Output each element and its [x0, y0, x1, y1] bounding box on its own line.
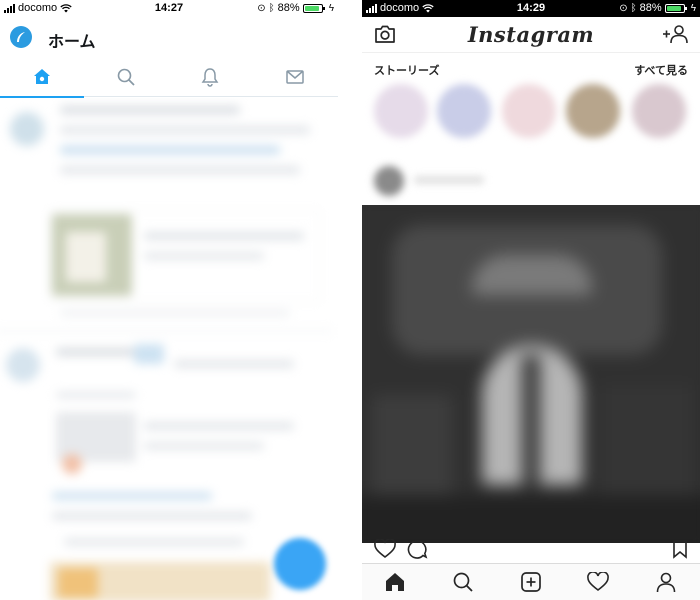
- charging-icon: ϟ: [328, 2, 334, 14]
- instagram-logo: Instagram: [467, 22, 595, 47]
- profile-icon: [656, 572, 676, 593]
- home-icon: [386, 573, 404, 591]
- status-bar: docomo 14:27 ⊙ ᛒ 88% ϟ: [0, 0, 338, 17]
- battery-percent: 88%: [639, 2, 662, 14]
- tab-home[interactable]: [383, 570, 407, 594]
- tab-messages[interactable]: [253, 57, 337, 97]
- feather-logo-icon[interactable]: [10, 26, 32, 48]
- lock-rotation-icon: ⊙: [619, 2, 628, 14]
- heart-icon: [587, 572, 609, 592]
- search-icon: [453, 572, 473, 592]
- add-user-icon: [663, 25, 688, 44]
- post-header: [362, 160, 700, 200]
- tab-search[interactable]: [84, 57, 168, 97]
- compose-tweet-button[interactable]: [274, 538, 326, 590]
- charging-icon: ϟ: [690, 2, 696, 14]
- battery-icon: [664, 3, 687, 13]
- stories-header: ストーリーズ すべて見る: [362, 60, 700, 78]
- bookmark-icon[interactable]: [672, 539, 688, 559]
- app-header: Instagram: [362, 17, 700, 53]
- bluetooth-icon: ᛒ: [630, 2, 637, 14]
- post-actions: [362, 539, 700, 563]
- bluetooth-icon: ᛒ: [268, 2, 275, 14]
- tab-search[interactable]: [451, 570, 475, 594]
- lock-rotation-icon: ⊙: [257, 2, 266, 14]
- tab-home[interactable]: [0, 57, 84, 98]
- tab-bar: [0, 57, 338, 98]
- post-image[interactable]: [362, 205, 700, 543]
- divider: [338, 0, 362, 600]
- app-header: ホーム: [0, 17, 338, 57]
- home-icon: [34, 69, 50, 84]
- heart-icon[interactable]: [374, 539, 396, 559]
- stories-tray[interactable]: [362, 78, 700, 150]
- see-all-stories-link[interactable]: すべて見る: [634, 62, 688, 78]
- envelope-icon: [286, 70, 304, 84]
- comment-icon[interactable]: [406, 539, 428, 559]
- search-icon: [117, 68, 135, 86]
- timeline-feed[interactable]: [0, 98, 338, 600]
- page-title: ホーム: [48, 34, 96, 51]
- tab-activity[interactable]: [586, 570, 610, 594]
- stories-label: ストーリーズ: [374, 65, 440, 77]
- tab-notifications[interactable]: [168, 57, 252, 97]
- battery-percent: 88%: [277, 2, 300, 14]
- add-friend-button[interactable]: [662, 24, 690, 49]
- bottom-tab-bar: [362, 563, 700, 600]
- tab-profile[interactable]: [654, 570, 678, 594]
- status-bar: docomo 14:29 ⊙ ᛒ 88% ϟ: [362, 0, 700, 17]
- bell-icon: [201, 68, 219, 87]
- instagram-screen: docomo 14:29 ⊙ ᛒ 88% ϟ Instagram ストーリーズ …: [362, 0, 700, 600]
- twitter-screen: docomo 14:27 ⊙ ᛒ 88% ϟ ホーム: [0, 0, 338, 600]
- tab-new-post[interactable]: [519, 570, 543, 594]
- battery-icon: [302, 3, 325, 13]
- new-post-icon: [521, 572, 541, 592]
